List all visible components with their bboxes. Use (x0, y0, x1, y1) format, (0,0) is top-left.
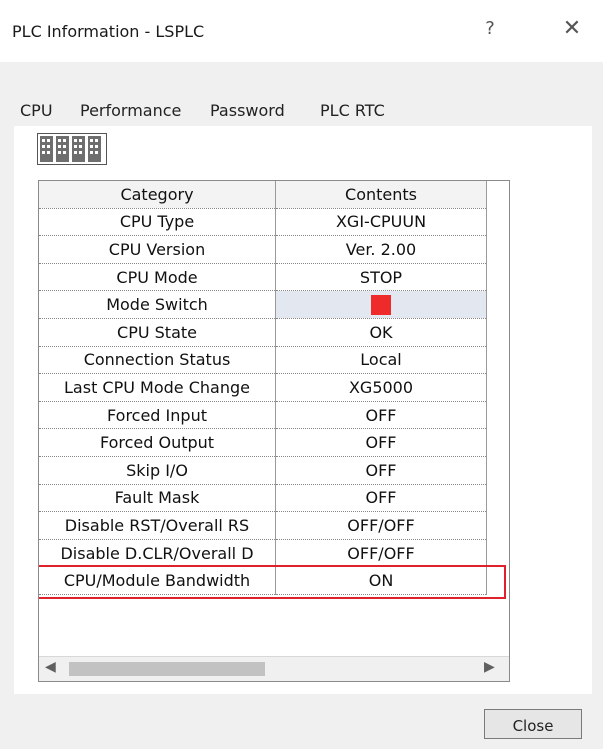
row-contents: XGI-CPUUN (275, 208, 487, 237)
table-row[interactable]: CPU Version Ver. 2.00 (39, 235, 487, 264)
scroll-left-icon[interactable]: ◀ (45, 659, 56, 675)
row-contents: OFF (275, 484, 487, 513)
row-category: Disable RST/Overall RS (39, 511, 276, 540)
row-category: CPU/Module Bandwidth (39, 566, 276, 595)
table-row[interactable]: Disable D.CLR/Overall D OFF/OFF (39, 539, 487, 568)
row-category: Mode Switch (39, 290, 276, 319)
row-category: Fault Mask (39, 484, 276, 513)
table-header-row: Category Contents (39, 181, 487, 209)
row-category: Connection Status (39, 346, 276, 375)
table-row[interactable]: Connection Status Local (39, 346, 487, 375)
table-row[interactable]: Last CPU Mode Change XG5000 (39, 373, 487, 402)
row-contents: OFF (275, 401, 487, 430)
title-bar: PLC Information - LSPLC ? ✕ (0, 0, 603, 62)
row-category: CPU Version (39, 235, 276, 264)
table-row[interactable]: Disable RST/Overall RS OFF/OFF (39, 511, 487, 540)
row-contents: OFF/OFF (275, 539, 487, 568)
column-header-category[interactable]: Category (39, 181, 276, 209)
table-row[interactable]: Forced Input OFF (39, 401, 487, 430)
close-icon[interactable]: ✕ (552, 14, 592, 44)
help-icon[interactable]: ? (470, 14, 510, 44)
table-row[interactable]: Skip I/O OFF (39, 456, 487, 485)
row-category: CPU State (39, 318, 276, 347)
info-table: Category Contents CPU Type XGI-CPUUN CPU… (39, 181, 487, 595)
row-contents: OK (275, 318, 487, 347)
row-contents: ON (275, 566, 487, 595)
table-row[interactable]: Forced Output OFF (39, 428, 487, 457)
tab-cpu[interactable]: CPU (14, 96, 59, 128)
column-header-contents[interactable]: Contents (275, 181, 487, 209)
row-category: Last CPU Mode Change (39, 373, 276, 402)
row-contents: OFF/OFF (275, 511, 487, 540)
close-button[interactable]: Close (484, 709, 582, 739)
tab-performance[interactable]: Performance (80, 96, 181, 126)
mode-switch-indicator (371, 294, 391, 315)
table-row[interactable]: CPU State OK (39, 318, 487, 347)
table-row[interactable]: CPU Mode STOP (39, 263, 487, 292)
tab-plc-rtc[interactable]: PLC RTC (320, 96, 385, 126)
tab-password[interactable]: Password (210, 96, 285, 126)
row-category: CPU Mode (39, 263, 276, 292)
horizontal-scrollbar[interactable]: ◀ ▶ (39, 656, 509, 681)
window-title: PLC Information - LSPLC (12, 22, 205, 41)
mode-switch-cell (275, 290, 487, 319)
row-contents: XG5000 (275, 373, 487, 402)
table-row[interactable]: CPU Type XGI-CPUUN (39, 208, 487, 237)
row-contents: STOP (275, 263, 487, 292)
cpu-tab-panel: Category Contents CPU Type XGI-CPUUN CPU… (14, 126, 592, 694)
row-category: Skip I/O (39, 456, 276, 485)
table-row[interactable]: Fault Mask OFF (39, 484, 487, 513)
row-contents: OFF (275, 456, 487, 485)
row-category: CPU Type (39, 208, 276, 237)
row-contents: OFF (275, 428, 487, 457)
table-row[interactable]: Mode Switch (39, 290, 487, 319)
scroll-right-icon[interactable]: ▶ (484, 659, 495, 675)
row-contents: Ver. 2.00 (275, 235, 487, 264)
row-category: Forced Input (39, 401, 276, 430)
plc-info-grid[interactable]: Category Contents CPU Type XGI-CPUUN CPU… (38, 180, 510, 682)
table-row[interactable]: CPU/Module Bandwidth ON (39, 566, 487, 595)
row-category: Disable D.CLR/Overall D (39, 539, 276, 568)
plc-module-icon (37, 133, 107, 165)
row-category: Forced Output (39, 428, 276, 457)
row-contents: Local (275, 346, 487, 375)
scrollbar-thumb[interactable] (69, 662, 265, 676)
